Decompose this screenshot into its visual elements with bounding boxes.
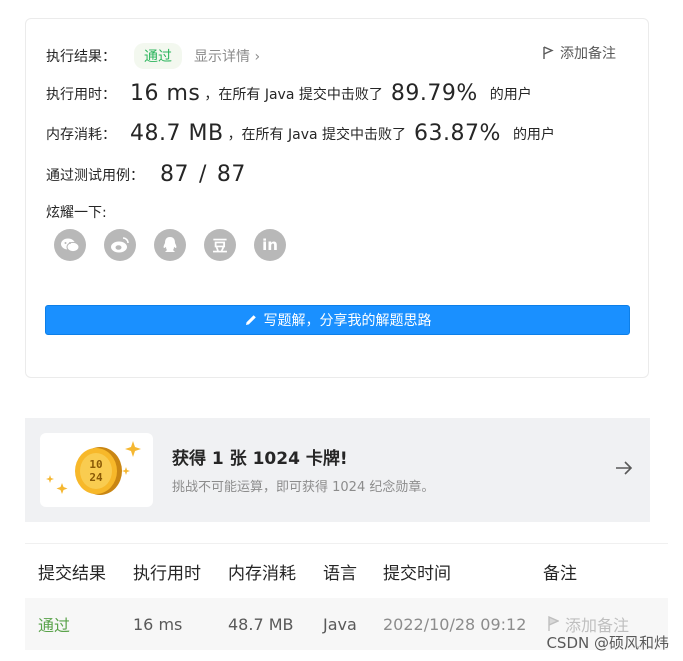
qq-icon[interactable]: [154, 229, 186, 261]
weibo-icon[interactable]: [104, 229, 136, 261]
coin-bottom-text: 24: [89, 471, 103, 484]
chevron-right-icon: ›: [254, 49, 261, 65]
memory-suffix: 的用户: [512, 126, 555, 143]
coin-badge: 10 24: [40, 433, 153, 507]
flag-icon: [548, 616, 559, 631]
show-details-label: 显示详情: [194, 49, 250, 65]
wechat-icon[interactable]: [54, 229, 86, 261]
share-row: 炫耀一下:: [46, 202, 107, 222]
write-solution-label: 写题解，分享我的解题思路: [263, 313, 432, 329]
runtime-row: 执行用时： 16 ms ，在所有 Java 提交中击败了 89.79% 的用户: [46, 81, 532, 106]
table-header: 提交结果 执行用时 内存消耗 语言 提交时间 备注: [25, 543, 668, 599]
row-time: 2022/10/28 09:12: [383, 614, 527, 634]
tests-label: 通过测试用例：: [46, 167, 144, 184]
header-result: 提交结果: [38, 564, 106, 584]
promo-subtitle: 挑战不可能运算，即可获得 1024 纪念勋章。: [172, 480, 435, 495]
memory-label: 内存消耗：: [46, 126, 116, 143]
row-runtime: 16 ms: [133, 614, 183, 634]
status-badge: 通过: [134, 43, 182, 69]
tests-total: 87: [216, 162, 246, 187]
memory-value: 48.7 MB: [130, 121, 224, 146]
share-label: 炫耀一下:: [46, 205, 107, 221]
header-language: 语言: [323, 564, 357, 584]
row-memory: 48.7 MB: [228, 614, 294, 634]
add-note-label: 添加备注: [560, 46, 616, 62]
runtime-suffix: 的用户: [489, 86, 532, 103]
memory-percent: 63.87%: [414, 121, 501, 146]
arrow-right-icon[interactable]: [614, 458, 634, 483]
runtime-percent: 89.79%: [390, 81, 478, 106]
submission-result-card: 执行结果： 通过 显示详情 › 添加备注 执行用时： 16 ms ，在所有 Ja…: [25, 18, 649, 378]
header-note: 备注: [543, 564, 577, 584]
flag-icon: [543, 46, 554, 59]
promo-title: 获得 1 张 1024 卡牌!: [172, 449, 348, 469]
runtime-beat-text: ，在所有 Java 提交中击败了: [204, 86, 383, 103]
row-result[interactable]: 通过: [38, 612, 70, 636]
memory-beat-text: ，在所有 Java 提交中击败了: [227, 126, 407, 143]
coin-top-text: 10: [89, 458, 102, 471]
add-note-button[interactable]: 添加备注: [542, 43, 616, 63]
watermark: CSDN @硕风和炜: [546, 634, 669, 652]
header-memory: 内存消耗: [228, 564, 296, 584]
row-language: Java: [323, 614, 357, 634]
result-row: 执行结果： 通过 显示详情 ›: [46, 43, 260, 69]
result-label: 执行结果：: [46, 49, 116, 65]
linkedin-icon[interactable]: in: [254, 229, 286, 261]
header-runtime: 执行用时: [133, 564, 201, 584]
promo-banner[interactable]: 10 24 获得 1 张 1024 卡牌! 挑战不可能运算，即可获得 1024 …: [25, 418, 650, 522]
coin-icon: 10 24: [46, 441, 141, 495]
memory-row: 内存消耗： 48.7 MB ，在所有 Java 提交中击败了 63.87% 的用…: [46, 121, 555, 146]
tests-separator: /: [199, 162, 207, 187]
pencil-icon: [245, 315, 256, 325]
share-icons: 豆 in: [54, 229, 286, 261]
show-details-link[interactable]: 显示详情 ›: [194, 46, 260, 66]
tests-passed: 87: [160, 162, 189, 187]
runtime-value: 16 ms: [130, 81, 201, 106]
douban-icon[interactable]: 豆: [204, 229, 236, 261]
write-solution-button[interactable]: 写题解，分享我的解题思路: [45, 305, 630, 335]
tests-row: 通过测试用例： 87 / 87: [46, 162, 246, 187]
runtime-label: 执行用时：: [46, 86, 116, 103]
header-time: 提交时间: [383, 564, 451, 584]
